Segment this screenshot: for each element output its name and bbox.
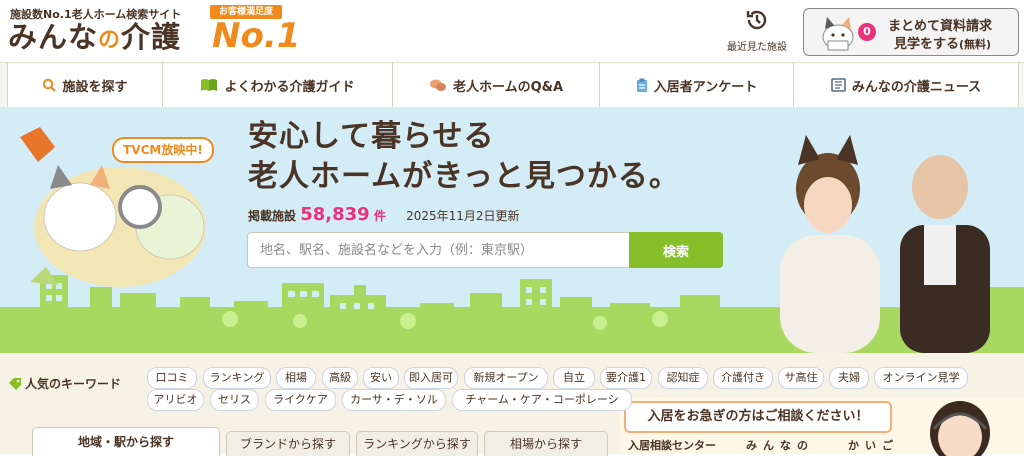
bulk-request-button[interactable]: 0 まとめて資料請求 見学をする(無料) xyxy=(803,8,1019,56)
logo-text-2: の xyxy=(98,28,122,53)
nav-item-guide[interactable]: よくわかる介護ガイド xyxy=(162,63,392,107)
logo-text-3: 介護 xyxy=(121,20,182,54)
search-icon xyxy=(42,78,57,92)
keyword-chip[interactable]: サ高住 xyxy=(778,367,824,389)
keyword-chip[interactable]: 要介護1 xyxy=(600,367,652,389)
keyword-chip[interactable]: ライクケア xyxy=(265,389,336,411)
nav-label-qa: 老人ホームのQ&A xyxy=(452,79,564,95)
chat-icon xyxy=(429,78,447,92)
keyword-chip[interactable]: 認知症 xyxy=(658,367,708,389)
keyword-chip[interactable]: 介護付き xyxy=(713,367,773,389)
facility-count: 掲載施設 58,839 件 2025年11月2日更新 xyxy=(248,204,520,225)
request-line2-text: 見学をする xyxy=(894,37,960,52)
request-free-label: (無料) xyxy=(959,38,992,51)
operator-photo xyxy=(930,401,990,456)
consult-bubble: 入居をお急ぎの方はご相談ください！ xyxy=(624,401,892,433)
keyword-chip[interactable]: 相場 xyxy=(276,367,316,389)
popular-keywords-label: 人気のキーワード xyxy=(8,375,121,392)
keyword-chip[interactable]: 新規オープン xyxy=(464,367,548,389)
request-count-badge: 0 xyxy=(858,23,876,41)
logo-text-1: みんな xyxy=(8,20,99,54)
hero-headline-line2: 老人ホームがきっと見つかる。 xyxy=(248,159,680,194)
tag-icon xyxy=(9,377,21,390)
nav-item-news[interactable]: みんなの介護ニュース xyxy=(793,63,1019,107)
nav-label-survey: 入居者アンケート xyxy=(653,79,758,95)
keyword-chip[interactable]: オンライン見学 xyxy=(874,367,968,389)
search-button[interactable]: 検索 xyxy=(629,232,723,268)
consult-name-2: かいご xyxy=(848,439,899,452)
facility-count-value: 58,839 xyxy=(300,204,370,225)
newspaper-icon xyxy=(831,78,846,92)
keyword-chip[interactable]: ランキング xyxy=(203,367,271,389)
nav-label-guide: よくわかる介護ガイド xyxy=(224,79,355,95)
nav-item-qa[interactable]: 老人ホームのQ&A xyxy=(392,63,599,107)
keyword-chip[interactable]: 安い xyxy=(363,367,399,389)
nav-item-survey[interactable]: 入居者アンケート xyxy=(599,63,793,107)
cat-mascot-icon xyxy=(822,17,854,51)
site-logo[interactable]: みんなの介護 xyxy=(8,20,181,58)
site-header: 施設数No.1老人ホーム検索サイト みんなの介護 お客様満足度 No.1 最近見… xyxy=(0,0,1024,62)
consult-name-1: みんなの xyxy=(746,439,814,452)
keyword-chip[interactable]: 口コミ xyxy=(147,367,197,389)
nav-item-search[interactable]: 施設を探す xyxy=(7,63,162,107)
keyword-chip[interactable]: 高級 xyxy=(322,367,358,389)
updated-date: 2025年11月2日更新 xyxy=(406,209,520,223)
tab-brand[interactable]: ブランドから探す xyxy=(226,431,350,456)
search-input[interactable] xyxy=(247,232,629,268)
keyword-chip[interactable]: 即入居可 xyxy=(404,367,458,389)
facility-count-unit: 件 xyxy=(373,209,386,223)
keyword-section: 人気のキーワード 地域・駅から探す ブランドから探す ランキングから探す 相場か… xyxy=(0,353,1024,456)
hero-headline-line1: 安心して暮らせる xyxy=(248,119,495,154)
tab-price[interactable]: 相場から探す xyxy=(484,431,608,456)
hero-headline: 安心して暮らせる 老人ホームがきっと見つかる。 xyxy=(248,117,680,197)
book-icon xyxy=(200,78,218,92)
history-label: 最近見た施設 xyxy=(727,42,787,53)
keyword-chip[interactable]: 夫婦 xyxy=(829,367,869,389)
keyword-chip[interactable]: カーサ・デ・ソル xyxy=(342,389,446,411)
consult-center-label: 入居相談センター xyxy=(628,439,716,452)
keyword-chip[interactable]: アリビオ xyxy=(147,389,204,411)
facility-count-label: 掲載施設 xyxy=(248,209,297,223)
request-line2: 見学をする(無料) xyxy=(894,33,991,52)
clipboard-icon xyxy=(636,78,648,93)
hero-banner: TVCM放映中! 安心して暮らせる 老人ホームがきっと見つかる。 掲載施設 58… xyxy=(0,107,1024,353)
nav-label-search: 施設を探す xyxy=(62,79,128,95)
request-line1: まとめて資料請求 xyxy=(888,19,993,34)
history-button[interactable]: 最近見た施設 xyxy=(722,8,792,53)
keyword-chip[interactable]: チャーム・ケア・コーポレーシ xyxy=(452,389,632,411)
tvcm-badge: TVCM放映中! xyxy=(112,137,214,163)
keyword-chip[interactable]: セリス xyxy=(210,389,259,411)
keyword-chip[interactable]: 自立 xyxy=(553,367,595,389)
tab-region[interactable]: 地域・駅から探す xyxy=(32,427,220,456)
history-icon xyxy=(746,10,767,30)
no1-badge: No.1 xyxy=(212,16,301,56)
global-nav: 施設を探す よくわかる介護ガイド 老人ホームのQ&A 入居者アンケート みんなの… xyxy=(0,62,1024,108)
tab-ranking[interactable]: ランキングから探す xyxy=(356,431,478,456)
popular-keywords-text: 人気のキーワード xyxy=(25,377,122,391)
nav-label-news: みんなの介護ニュース xyxy=(851,79,982,95)
